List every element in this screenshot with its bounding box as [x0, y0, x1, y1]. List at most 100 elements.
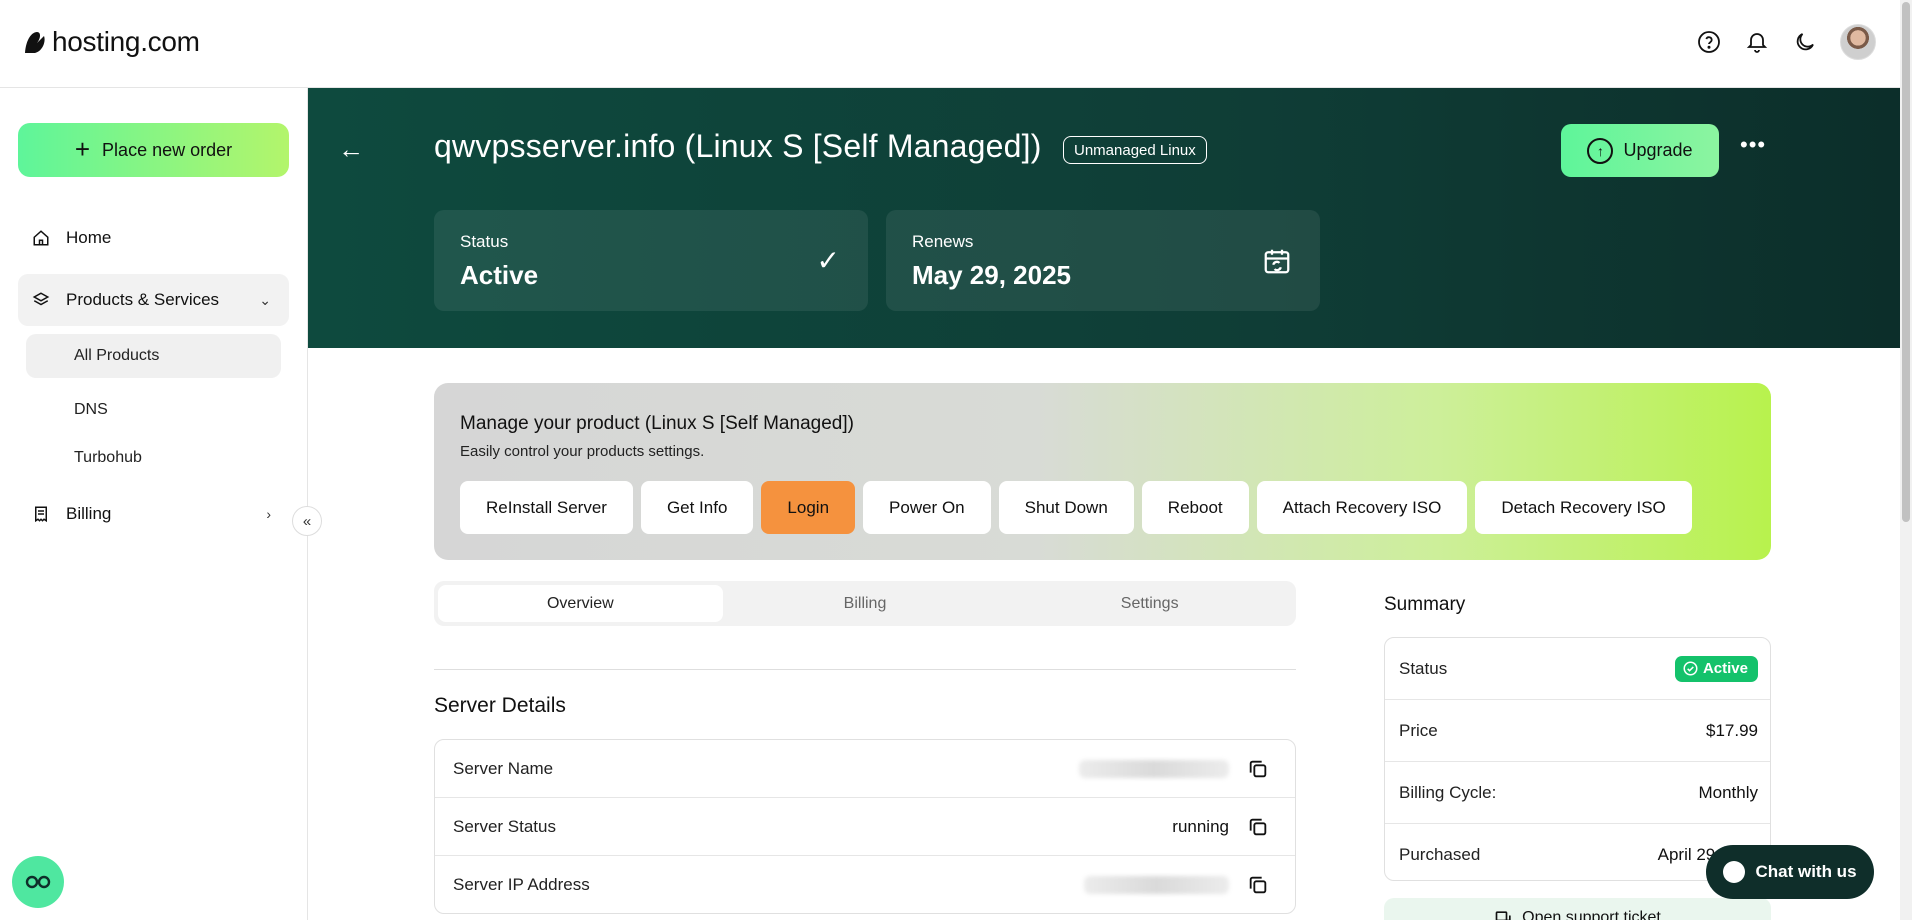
row-label: Server Status	[453, 816, 556, 836]
divider	[434, 669, 1296, 670]
receipt-icon	[35, 506, 47, 523]
upgrade-label: Upgrade	[1623, 140, 1693, 160]
help-circle-icon[interactable]	[1696, 29, 1722, 55]
status-badge: Active	[1674, 655, 1758, 682]
copy-icon[interactable]	[1247, 816, 1269, 838]
sidebar-item-label: Products & Services	[66, 290, 220, 309]
billing-cycle-value: Monthly	[1698, 782, 1758, 802]
status-badge-label: Active	[1702, 660, 1748, 677]
moon-icon[interactable]	[1792, 29, 1818, 55]
sidebar-item-products-services[interactable]: Products & Services ⌄	[18, 274, 289, 326]
redacted-value	[1084, 876, 1229, 894]
place-new-order-label: Place new order	[102, 139, 233, 160]
sidebar-item-turbohub[interactable]: Turbohub	[26, 436, 281, 480]
summary-price-row: Price $17.99	[1385, 700, 1770, 762]
check-icon: ✓	[816, 245, 840, 276]
price-value: $17.99	[1706, 720, 1758, 740]
server-details-title: Server Details	[434, 694, 566, 717]
summary-status-row: Status Active	[1385, 638, 1770, 700]
tab-billing[interactable]: Billing	[723, 585, 1008, 622]
action-buttons: ReInstall Server Get Info Login Power On…	[460, 481, 1692, 534]
layers-icon	[32, 292, 50, 306]
tab-overview[interactable]: Overview	[438, 585, 723, 622]
server-status-value: running	[1172, 816, 1229, 836]
sidebar-item-all-products[interactable]: All Products	[26, 334, 281, 378]
login-button[interactable]: Login	[761, 481, 856, 534]
sidebar: + Place new order Home Products & Servic…	[0, 88, 308, 920]
brand-name: hosting.com	[52, 26, 200, 57]
status-card-label: Status	[460, 232, 509, 251]
row-label: Purchased	[1399, 845, 1481, 864]
plus-icon: +	[74, 134, 91, 164]
status-card: Status Active ✓	[434, 210, 868, 311]
row-label: Server IP Address	[453, 875, 590, 894]
open-support-ticket-button[interactable]: Open support ticket	[1384, 898, 1771, 920]
arrow-up-circle-icon: ↑	[1587, 137, 1614, 164]
page-title: qwvpsserver.info (Linux S [Self Managed]…	[434, 128, 1042, 164]
manage-title: Manage your product (Linux S [Self Manag…	[460, 413, 854, 434]
chevron-right-icon: ›	[266, 506, 271, 522]
check-circle-icon	[1683, 661, 1698, 676]
manage-subtitle: Easily control your products settings.	[460, 443, 705, 460]
row-label: Status	[1399, 658, 1448, 678]
server-ip-row: Server IP Address	[435, 856, 1295, 913]
sidebar-subitem-label: All Products	[74, 347, 160, 364]
get-info-button[interactable]: Get Info	[640, 481, 754, 534]
renews-card-value: May 29, 2025	[912, 260, 1072, 290]
sidebar-subitem-label: Turbohub	[74, 449, 142, 466]
home-icon	[33, 230, 49, 246]
upgrade-button[interactable]: ↑ Upgrade	[1561, 124, 1719, 177]
calendar-refresh-icon	[1264, 249, 1290, 274]
copy-icon[interactable]	[1247, 758, 1269, 780]
page-scrollbar[interactable]	[1900, 0, 1912, 920]
product-hero: ← qwvpsserver.info (Linux S [Self Manage…	[308, 88, 1900, 348]
row-label: Server Name	[453, 758, 554, 778]
back-arrow-icon[interactable]: ←	[338, 134, 364, 165]
summary-title: Summary	[1384, 594, 1466, 615]
brand-logo[interactable]: hosting.com	[22, 26, 200, 58]
chat-widget-icon[interactable]	[12, 856, 64, 908]
top-bar: hosting.com	[0, 0, 1900, 88]
logo-mark-icon	[25, 32, 45, 53]
copy-icon[interactable]	[1247, 874, 1269, 896]
shut-down-button[interactable]: Shut Down	[998, 481, 1134, 534]
tab-settings[interactable]: Settings	[1007, 585, 1292, 622]
power-on-button[interactable]: Power On	[863, 481, 991, 534]
product-tabs: Overview Billing Settings	[434, 581, 1296, 626]
sidebar-item-billing[interactable]: Billing ›	[18, 488, 289, 540]
place-new-order-button[interactable]: + Place new order	[18, 123, 289, 177]
renews-card-label: Renews	[912, 232, 974, 251]
server-name-row: Server Name	[435, 740, 1295, 798]
sidebar-item-dns[interactable]: DNS	[26, 388, 281, 432]
detach-recovery-iso-button[interactable]: Detach Recovery ISO	[1475, 481, 1692, 534]
chat-with-us-button[interactable]: Chat with us	[1706, 845, 1874, 899]
attach-recovery-iso-button[interactable]: Attach Recovery ISO	[1256, 481, 1468, 534]
summary-card: Status Active Price $17.99 Billing Cycle…	[1384, 637, 1771, 881]
chevron-down-icon: ⌄	[259, 291, 271, 308]
scrollbar-thumb[interactable]	[1902, 2, 1910, 522]
sidebar-item-label: Home	[66, 228, 112, 247]
redacted-value	[1079, 759, 1229, 778]
row-label: Price	[1399, 720, 1438, 740]
manage-product-panel: Manage your product (Linux S [Self Manag…	[434, 383, 1771, 560]
top-icons	[1696, 24, 1876, 60]
sidebar-item-label: Billing	[66, 504, 112, 523]
reinstall-server-button[interactable]: ReInstall Server	[460, 481, 633, 534]
renews-card: Renews May 29, 2025	[886, 210, 1320, 311]
avatar[interactable]	[1840, 24, 1876, 60]
sidebar-item-home[interactable]: Home	[18, 212, 289, 264]
sidebar-subitem-label: DNS	[74, 401, 108, 418]
bell-icon[interactable]	[1744, 29, 1770, 55]
more-options-icon[interactable]: •••	[1740, 132, 1766, 158]
chat-bubble-icon	[1723, 861, 1746, 883]
open-support-ticket-label: Open support ticket	[1522, 909, 1661, 920]
plan-badge: Unmanaged Linux	[1063, 136, 1207, 164]
ticket-icon	[1495, 911, 1511, 920]
server-details-table: Server Name Server Status running Server…	[434, 739, 1296, 914]
collapse-sidebar-button[interactable]: «	[292, 506, 322, 536]
chat-with-us-label: Chat with us	[1755, 862, 1857, 881]
status-card-value: Active	[460, 260, 539, 290]
server-status-row: Server Status running	[435, 798, 1295, 856]
reboot-button[interactable]: Reboot	[1141, 481, 1249, 534]
row-label: Billing Cycle:	[1399, 782, 1497, 802]
